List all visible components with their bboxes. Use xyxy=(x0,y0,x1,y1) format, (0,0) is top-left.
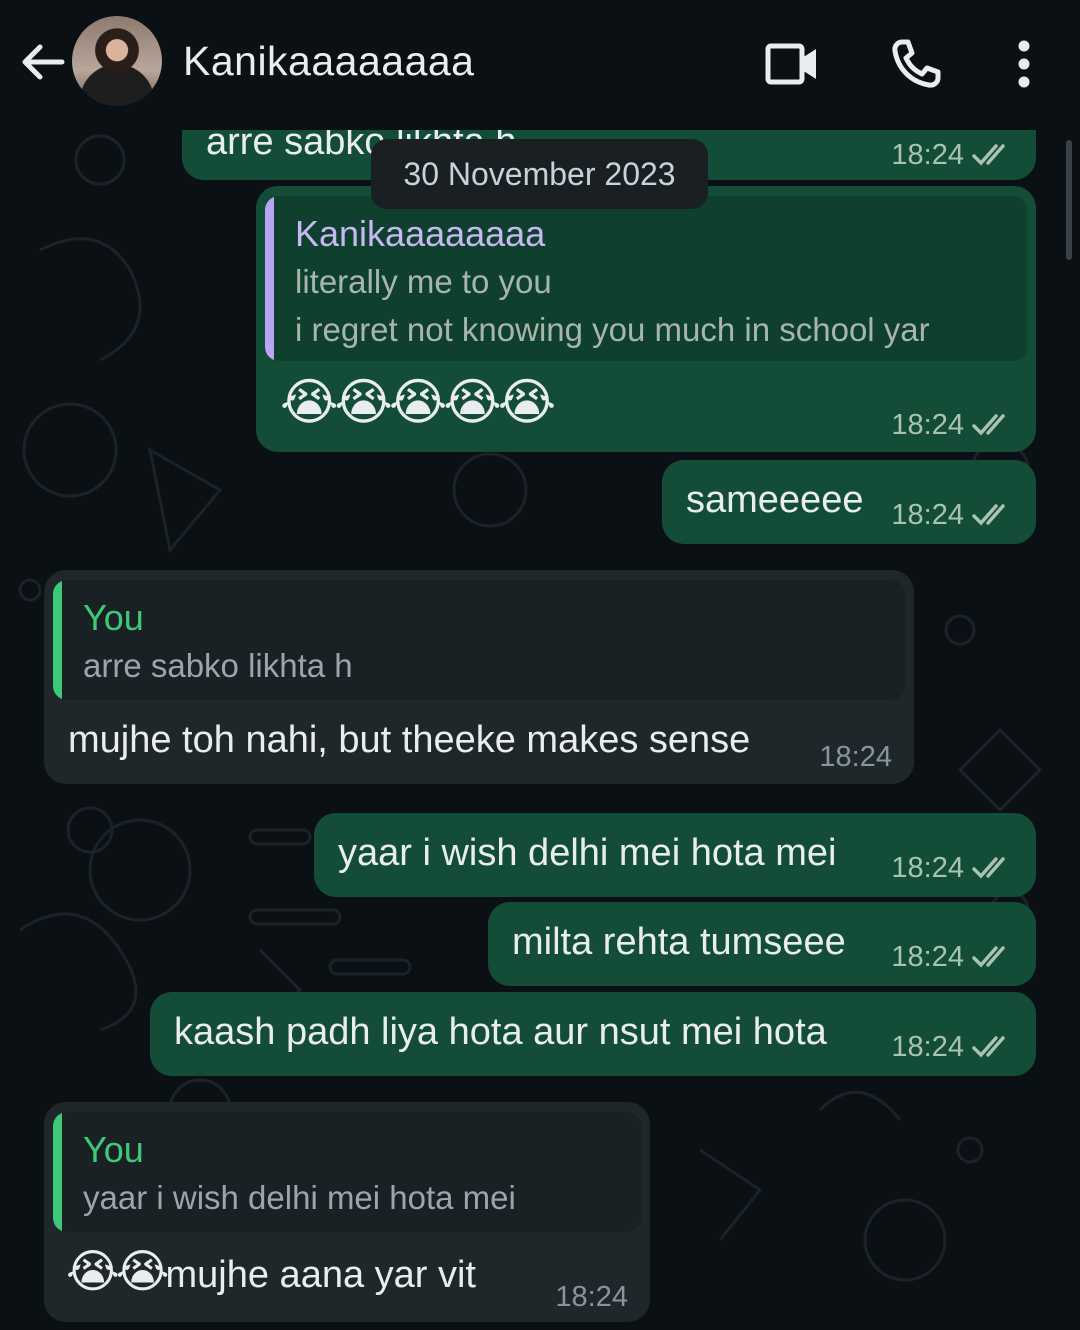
time-label: 18:24 xyxy=(891,499,964,531)
message-time: 18:24 xyxy=(891,940,1014,975)
message-text: 😭😭😭😭😭 xyxy=(280,374,556,430)
phone-icon[interactable] xyxy=(888,36,944,92)
read-ticks-icon xyxy=(972,946,1005,968)
quote-author: You xyxy=(83,597,144,638)
message-text: kaash padh liya hota aur nsut mei hota xyxy=(174,1011,827,1053)
message-bubble-outgoing[interactable]: kaash padh liya hota aur nsut mei hota 1… xyxy=(150,992,1036,1076)
quote-text: arre sabko likhta h xyxy=(83,647,353,684)
message-text: 😭😭mujhe aana yar vit xyxy=(66,1244,476,1299)
quote-bar xyxy=(53,580,62,700)
quote-text-line2: i regret not knowing you much in school … xyxy=(295,311,930,348)
message-bubble-outgoing[interactable]: Kanikaaaaaaaa literally me to you i regr… xyxy=(256,186,1036,452)
time-label: 18:24 xyxy=(891,409,964,441)
message-bubble-outgoing[interactable]: milta rehta tumseee 18:24 xyxy=(488,902,1036,986)
chat-header: Kanikaaaaaaaa xyxy=(0,0,1080,130)
reply-quote[interactable]: Kanikaaaaaaaa literally me to you i regr… xyxy=(265,196,1027,361)
chat-area[interactable]: arre sabko likhta h 18:24 30 November 20… xyxy=(0,130,1080,1330)
emoji-crying: 😭😭 xyxy=(66,1245,169,1297)
more-vertical-icon[interactable] xyxy=(996,36,1052,92)
message-time: 18:24 xyxy=(891,498,1014,533)
time-label: 18:24 xyxy=(891,941,964,973)
time-label: 18:24 xyxy=(891,139,964,171)
time-label: 18:24 xyxy=(555,1281,628,1313)
read-ticks-icon xyxy=(972,1036,1005,1058)
message-time: 18:24 xyxy=(891,851,1014,886)
message-time: 18:24 xyxy=(891,1030,1014,1065)
quote-text: yaar i wish delhi mei hota mei xyxy=(83,1179,516,1216)
message-time: 18:24 xyxy=(819,740,892,775)
message-time: 18:24 xyxy=(891,138,1014,173)
quote-bar xyxy=(53,1112,62,1232)
read-ticks-icon xyxy=(972,504,1005,526)
time-label: 18:24 xyxy=(891,852,964,884)
message-text: yaar i wish delhi mei hota mei xyxy=(338,832,837,874)
message-time: 18:24 xyxy=(891,408,1014,443)
video-call-icon[interactable] xyxy=(764,36,820,92)
reply-quote[interactable]: You yaar i wish delhi mei hota mei xyxy=(53,1112,641,1232)
reply-quote[interactable]: You arre sabko likhta h xyxy=(53,580,905,700)
quote-bar xyxy=(265,196,274,361)
read-ticks-icon xyxy=(972,414,1005,436)
message-bubble-incoming[interactable]: You arre sabko likhta h mujhe toh nahi, … xyxy=(44,570,914,784)
contact-name[interactable]: Kanikaaaaaaaa xyxy=(183,38,474,85)
message-bubble-outgoing[interactable]: sameeeee 18:24 xyxy=(662,460,1036,544)
message-text: mujhe toh nahi, but theeke makes sense xyxy=(68,719,751,761)
date-chip: 30 November 2023 xyxy=(371,139,708,209)
read-ticks-icon xyxy=(972,144,1005,166)
quote-author: You xyxy=(83,1129,144,1170)
message-text: sameeeee xyxy=(686,479,864,521)
time-label: 18:24 xyxy=(891,1031,964,1063)
read-ticks-icon xyxy=(972,857,1005,879)
arrow-left-icon[interactable] xyxy=(18,38,66,86)
message-text-body: mujhe aana yar vit xyxy=(165,1254,477,1296)
contact-avatar[interactable] xyxy=(72,16,162,106)
time-label: 18:24 xyxy=(819,741,892,773)
message-bubble-incoming[interactable]: You yaar i wish delhi mei hota mei 😭😭muj… xyxy=(44,1102,650,1322)
message-text: milta rehta tumseee xyxy=(512,921,846,963)
scrollbar[interactable] xyxy=(1066,140,1072,260)
message-time: 18:24 xyxy=(555,1280,628,1315)
quote-author: Kanikaaaaaaaa xyxy=(295,213,546,254)
quote-text-line1: literally me to you xyxy=(295,263,552,300)
message-bubble-outgoing[interactable]: yaar i wish delhi mei hota mei 18:24 xyxy=(314,813,1036,897)
